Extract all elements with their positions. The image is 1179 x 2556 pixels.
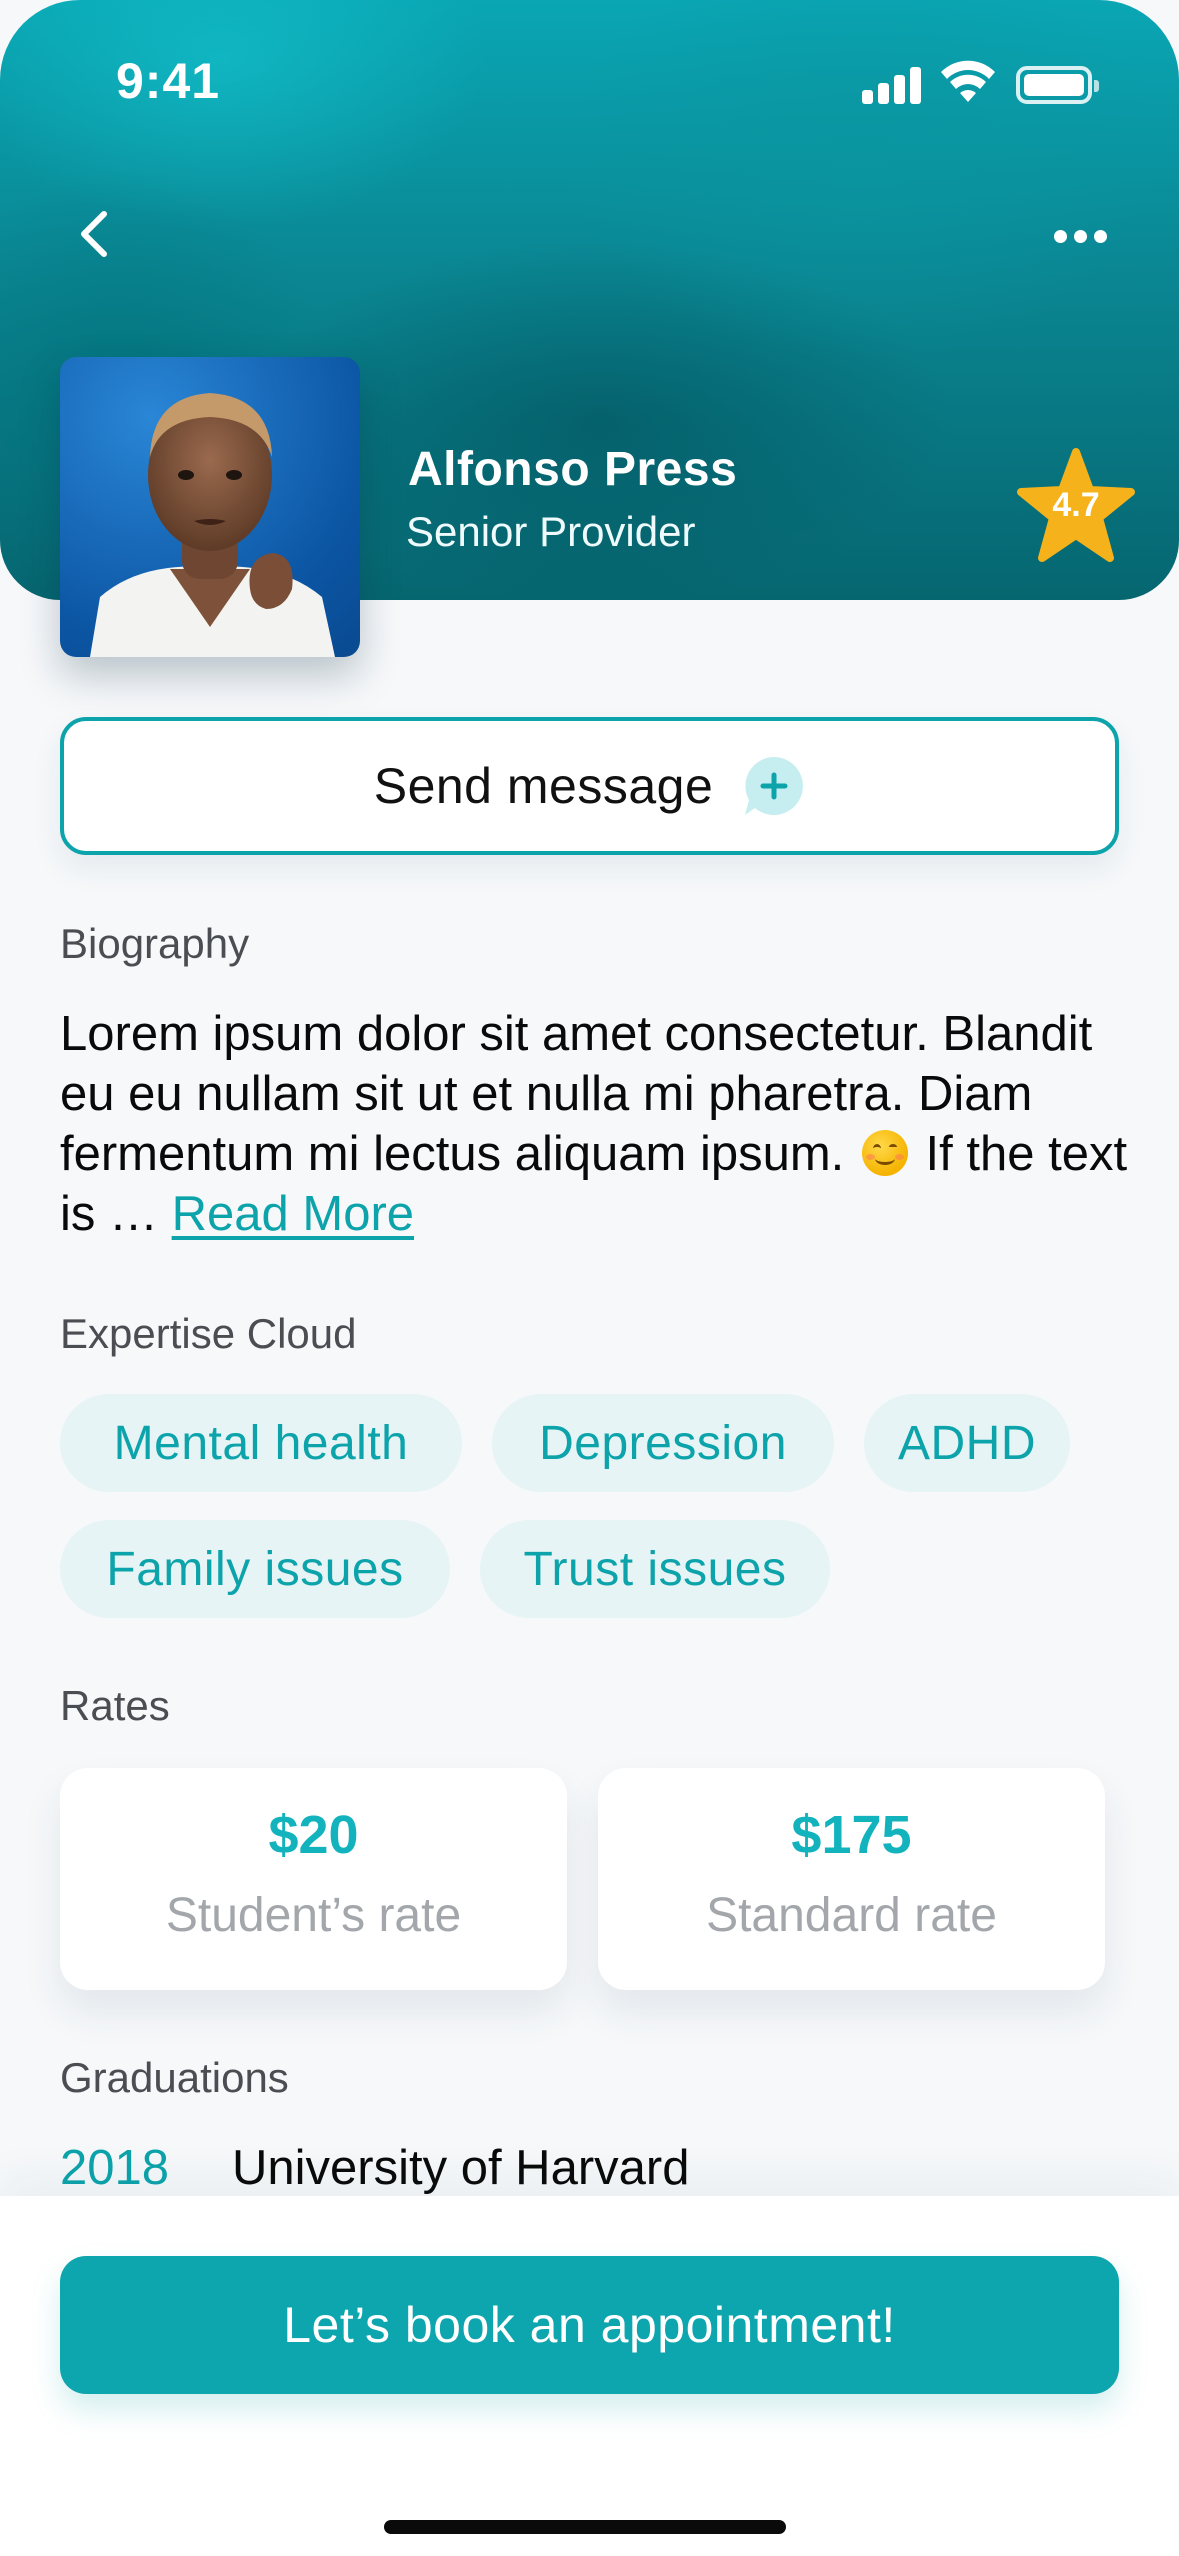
book-appointment-button[interactable]: Let’s book an appointment! (60, 2256, 1119, 2394)
read-more-link[interactable]: Read More (172, 1187, 414, 1241)
expertise-tag[interactable]: Family issues (60, 1520, 450, 1618)
rating-value: 4.7 (1052, 486, 1100, 524)
biography-text: Lorem ipsum dolor sit amet consectetur. … (60, 1004, 1130, 1244)
graduations-title: Graduations (60, 2054, 289, 2101)
expertise-tag[interactable]: Depression (492, 1394, 834, 1492)
rate-label: Student’s rate (165, 1889, 462, 1942)
send-message-label: Send message (373, 758, 714, 814)
status-bar: 9:41 (0, 0, 1179, 170)
student-rate-card: $20 Student’s rate (60, 1768, 567, 1990)
rate-amount: $175 (791, 1805, 912, 1865)
graduation-school: University of Harvard (232, 2141, 690, 2195)
expertise-tag[interactable]: Mental health (60, 1394, 462, 1492)
send-message-button[interactable]: Send message (60, 717, 1119, 855)
status-time: 9:41 (116, 53, 221, 109)
battery-icon (1016, 66, 1099, 104)
provider-photo (90, 393, 335, 657)
expertise-title: Expertise Cloud (60, 1310, 357, 1357)
biography-title: Biography (60, 920, 250, 967)
provider-avatar (60, 357, 360, 657)
rate-amount: $20 (268, 1805, 359, 1865)
bottom-action-bar: Let’s book an appointment! (0, 2196, 1179, 2556)
provider-role: Senior Provider (406, 508, 696, 555)
rates-title: Rates (60, 1682, 170, 1729)
chat-add-icon (745, 757, 804, 815)
wifi-icon (941, 60, 995, 102)
cellular-signal-icon (862, 64, 922, 104)
standard-rate-card: $175 Standard rate (598, 1768, 1105, 1990)
graduation-year: 2018 (60, 2141, 170, 2195)
more-options-icon[interactable] (1040, 210, 1120, 260)
expertise-tag[interactable]: ADHD (864, 1394, 1070, 1492)
smiling-face-emoji-icon (861, 1130, 908, 1176)
home-indicator[interactable] (384, 2520, 786, 2534)
expertise-tag[interactable]: Trust issues (480, 1520, 830, 1618)
provider-name: Alfonso Press (408, 443, 738, 496)
back-chevron-icon[interactable] (60, 200, 130, 270)
rate-label: Standard rate (706, 1889, 997, 1942)
